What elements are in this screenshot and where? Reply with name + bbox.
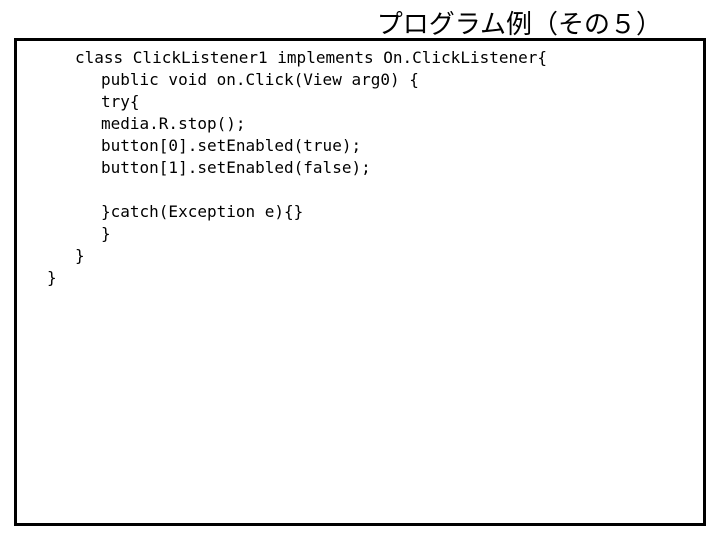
code-line: class ClickListener1 implements On.Click… — [25, 47, 695, 69]
code-line: button[1].setEnabled(false); — [25, 157, 695, 179]
code-line: button[0].setEnabled(true); — [25, 135, 695, 157]
code-line: media.R.stop(); — [25, 113, 695, 135]
code-line: } — [25, 223, 695, 245]
code-line: try{ — [25, 91, 695, 113]
slide-title: プログラム例（その５） — [377, 4, 662, 41]
blank-line — [25, 179, 695, 201]
code-line: } — [25, 245, 695, 267]
code-line: public void on.Click(View arg0) { — [25, 69, 695, 91]
code-line: } — [25, 267, 695, 289]
code-line: }catch(Exception e){} — [25, 201, 695, 223]
code-container: class ClickListener1 implements On.Click… — [14, 38, 706, 526]
